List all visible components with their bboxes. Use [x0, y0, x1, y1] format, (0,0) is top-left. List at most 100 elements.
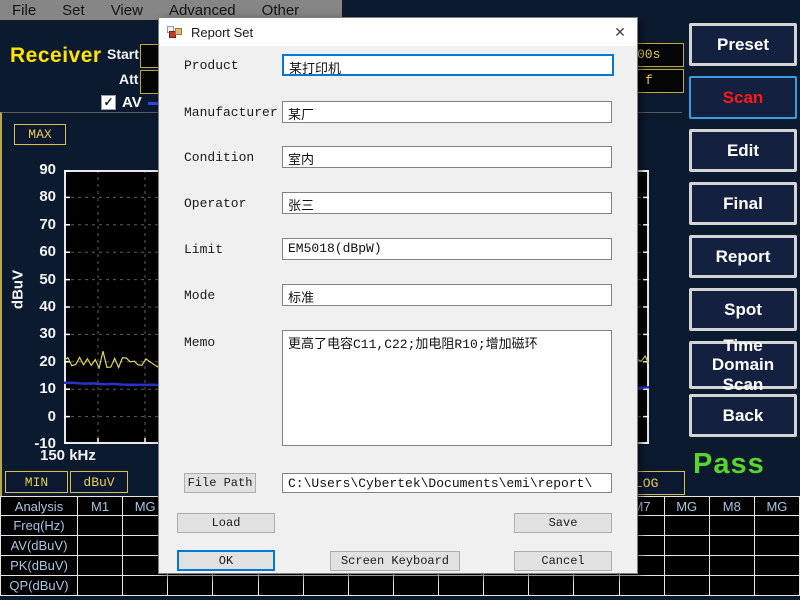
x-axis-start-label: 150 kHz	[40, 447, 96, 464]
side-button-preset[interactable]: Preset	[689, 23, 797, 66]
y-tick-label: 90	[20, 161, 56, 178]
table-cell	[439, 576, 484, 596]
av-checkbox[interactable]: ✓	[101, 95, 116, 110]
y-tick-label: 50	[20, 271, 56, 288]
file-path-button[interactable]: File Path	[184, 473, 256, 493]
condition-label: Condition	[184, 150, 279, 165]
y-tick-label: 10	[20, 380, 56, 397]
table-cell	[665, 576, 710, 596]
hold-time-value: 00s	[637, 47, 660, 62]
table-header-mg-16: MG	[755, 496, 800, 516]
form-icon	[167, 25, 183, 40]
table-row-label-pk-dbuv-: PK(dBuV)	[0, 556, 78, 576]
unit-button[interactable]: dBuV	[70, 471, 128, 493]
y-tick-label: 60	[20, 243, 56, 260]
table-cell	[304, 576, 349, 596]
table-cell	[259, 576, 304, 596]
table-header-m8-15: M8	[710, 496, 755, 516]
demod-value: f	[645, 73, 653, 88]
product-label: Product	[184, 58, 279, 73]
att-label: Att	[119, 71, 138, 87]
table-cell	[484, 576, 529, 596]
manufacturer-label: Manufacturer	[184, 105, 279, 120]
table-cell	[213, 576, 258, 596]
table-cell	[168, 576, 213, 596]
y-tick-label: 80	[20, 188, 56, 205]
y-tick-label: 70	[20, 216, 56, 233]
table-cell	[755, 556, 800, 576]
side-button-back[interactable]: Back	[689, 394, 797, 437]
table-cell	[755, 576, 800, 596]
side-button-report[interactable]: Report	[689, 235, 797, 278]
mode-label: Mode	[184, 288, 279, 303]
condition-input[interactable]: 室内	[282, 146, 612, 168]
table-cell	[755, 536, 800, 556]
av-trace-color-swatch	[148, 102, 158, 105]
menu-item-advanced[interactable]: Advanced	[169, 2, 236, 19]
table-cell	[665, 556, 710, 576]
table-cell	[529, 576, 574, 596]
save-button[interactable]: Save	[514, 513, 612, 533]
menu-item-view[interactable]: View	[111, 2, 143, 19]
manufacturer-input[interactable]: 某厂	[282, 101, 612, 123]
operator-label: Operator	[184, 196, 279, 211]
cancel-button[interactable]: Cancel	[514, 551, 612, 571]
side-button-spot[interactable]: Spot	[689, 288, 797, 331]
limit-input[interactable]: EM5018(dBpW)	[282, 238, 612, 260]
table-row-label-qp-dbuv-: QP(dBuV)	[0, 576, 78, 596]
table-cell	[349, 576, 394, 596]
table-header-analysis: Analysis	[0, 496, 78, 516]
product-input[interactable]: 某打印机	[282, 54, 614, 76]
limit-label: Limit	[184, 242, 279, 257]
menu-item-other[interactable]: Other	[262, 2, 300, 19]
receiver-mode-title: Receiver	[10, 44, 102, 68]
table-cell	[394, 576, 439, 596]
side-button-edit[interactable]: Edit	[689, 129, 797, 172]
start-label: Start	[107, 46, 139, 62]
table-cell	[665, 516, 710, 536]
table-header-m1-1: M1	[78, 496, 123, 516]
table-cell	[620, 576, 665, 596]
file-path-input[interactable]: C:\Users\Cybertek\Documents\emi\report\	[282, 473, 612, 493]
table-cell	[574, 576, 619, 596]
dialog-title: Report Set	[191, 25, 253, 40]
y-tick-label: 30	[20, 325, 56, 342]
screen-keyboard-button[interactable]: Screen Keyboard	[330, 551, 460, 571]
memo-input[interactable]: 更高了电容C11,C22;加电阻R10;增加磁环	[282, 330, 612, 446]
table-cell	[710, 536, 755, 556]
table-row-label-av-dbuv-: AV(dBuV)	[0, 536, 78, 556]
memo-label: Memo	[184, 335, 279, 350]
table-header-mg-14: MG	[665, 496, 710, 516]
ok-button[interactable]: OK	[177, 550, 275, 571]
operator-input[interactable]: 张三	[282, 192, 612, 214]
av-checkbox-label: AV	[122, 94, 142, 111]
pass-status: Pass	[693, 448, 765, 481]
close-icon[interactable]: ✕	[611, 23, 629, 41]
table-cell	[710, 576, 755, 596]
table-cell	[78, 516, 123, 536]
report-set-dialog: Report Set ✕ Product某打印机 Manufacturer某厂 Co…	[158, 17, 638, 574]
table-cell	[123, 576, 168, 596]
y-tick-label: 20	[20, 353, 56, 370]
table-cell	[78, 556, 123, 576]
y-tick-label: 40	[20, 298, 56, 315]
table-cell	[710, 516, 755, 536]
mode-input[interactable]: 标准	[282, 284, 612, 306]
side-button-scan[interactable]: Scan	[689, 76, 797, 119]
menu-item-file[interactable]: File	[12, 2, 36, 19]
table-row-label-freq-hz-: Freq(Hz)	[0, 516, 78, 536]
table-cell	[755, 516, 800, 536]
app-window: FileSetViewAdvancedOther Receiver Start …	[0, 0, 800, 600]
menu-item-set[interactable]: Set	[62, 2, 85, 19]
max-trace-button[interactable]: MAX	[14, 124, 66, 145]
side-button-time-domain-scan[interactable]: Time Domain Scan	[689, 341, 797, 389]
dialog-title-bar[interactable]: Report Set ✕	[159, 18, 637, 46]
log-scale-label: LOG	[635, 476, 658, 491]
side-button-final[interactable]: Final	[689, 182, 797, 225]
table-cell	[78, 536, 123, 556]
min-trace-button[interactable]: MIN	[5, 471, 68, 493]
load-button[interactable]: Load	[177, 513, 275, 533]
table-cell	[665, 536, 710, 556]
table-cell	[78, 576, 123, 596]
table-cell	[710, 556, 755, 576]
